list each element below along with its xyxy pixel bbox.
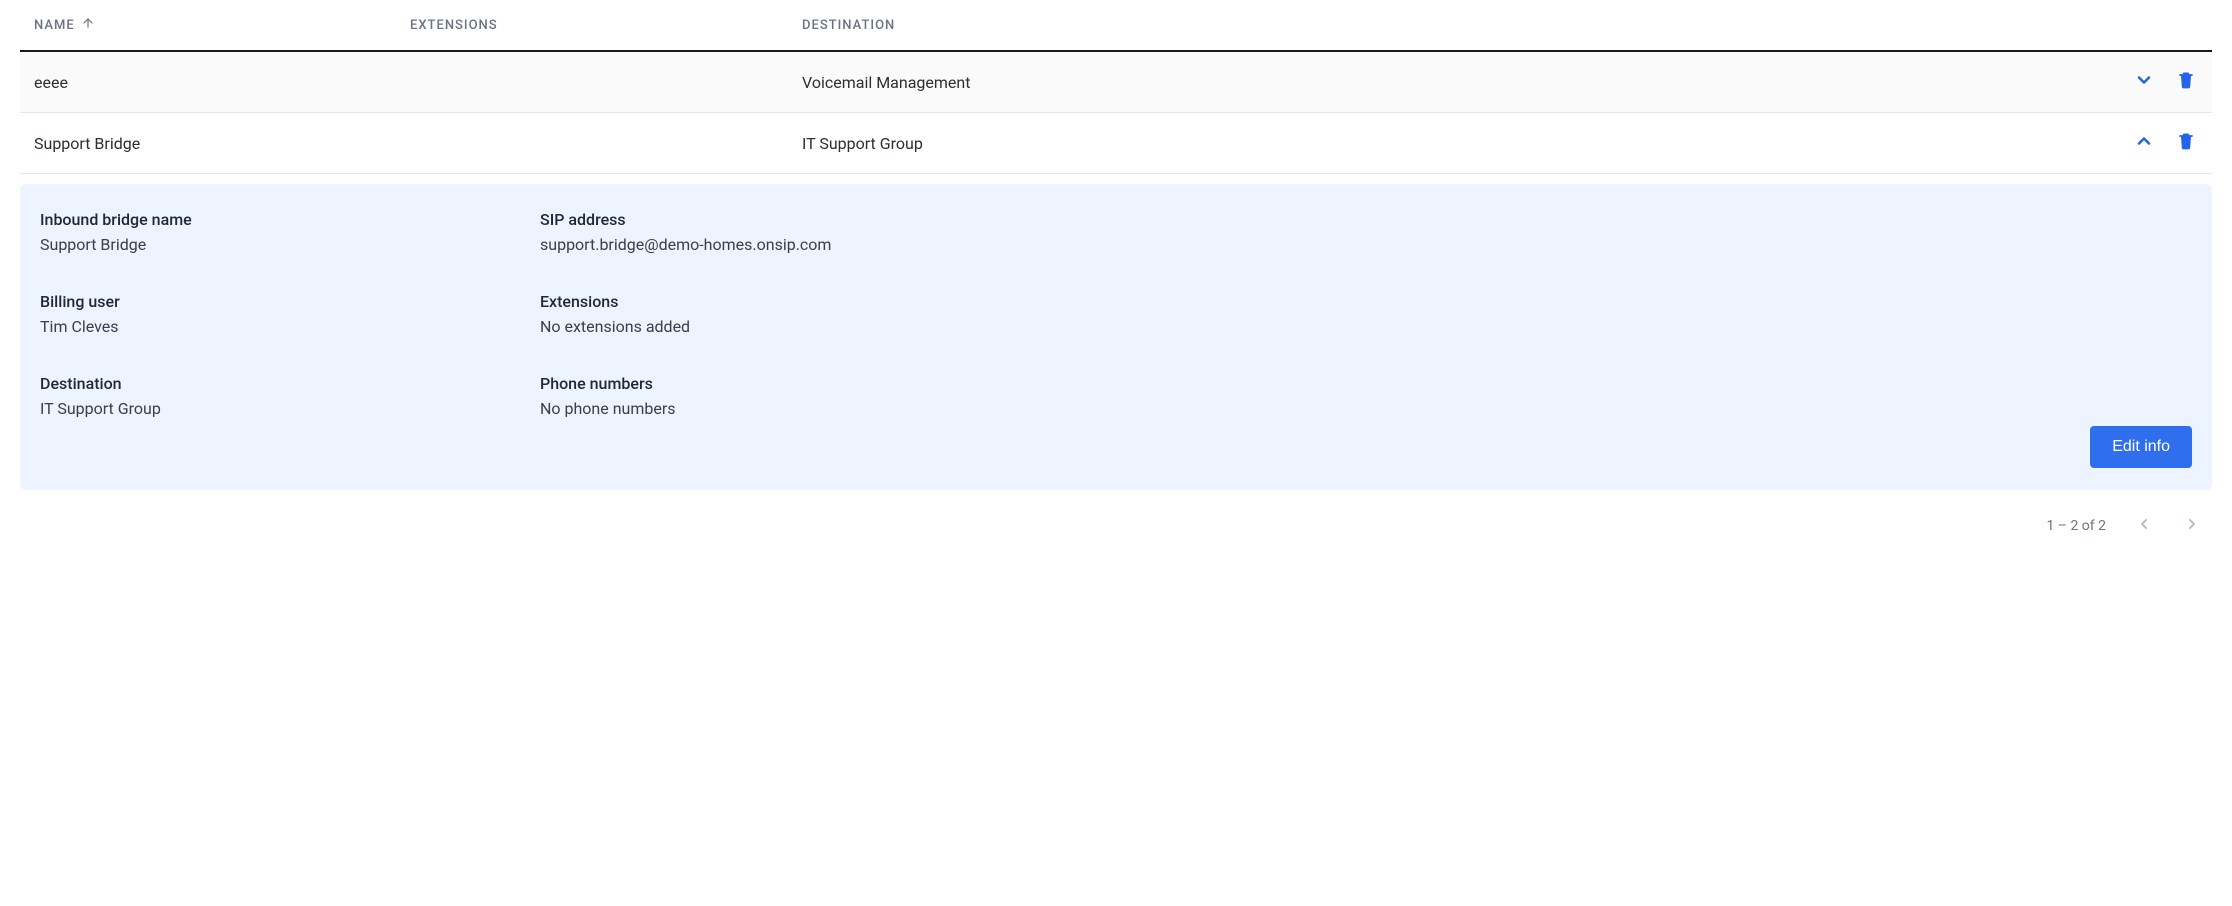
- delete-button[interactable]: [2174, 70, 2198, 94]
- detail-label: Billing user: [40, 292, 540, 311]
- table-row[interactable]: Support Bridge IT Support Group: [20, 113, 2212, 174]
- arrow-up-icon: [81, 16, 95, 34]
- detail-label: SIP address: [540, 210, 1040, 229]
- details-panel: Inbound bridge name Support Bridge Billi…: [20, 184, 2212, 490]
- table-row[interactable]: eeee Voicemail Management: [20, 52, 2212, 113]
- detail-sip-address: SIP address support.bridge@demo-homes.on…: [540, 210, 1040, 254]
- trash-icon: [2176, 70, 2196, 94]
- expand-toggle[interactable]: [2132, 131, 2156, 155]
- detail-value: IT Support Group: [40, 399, 540, 418]
- detail-extensions: Extensions No extensions added: [540, 292, 1040, 336]
- chevron-left-icon: [2136, 516, 2152, 536]
- cell-destination: Voicemail Management: [802, 73, 2118, 92]
- col-header-name-label: NAME: [34, 18, 75, 33]
- edit-info-button[interactable]: Edit info: [2090, 426, 2192, 468]
- detail-label: Extensions: [540, 292, 1040, 311]
- pagination: 1 – 2 of 2: [20, 490, 2212, 546]
- chevron-up-icon: [2134, 131, 2154, 155]
- pagination-prev[interactable]: [2134, 516, 2154, 536]
- trash-icon: [2176, 131, 2196, 155]
- col-header-name[interactable]: NAME: [34, 16, 410, 34]
- cell-name: Support Bridge: [34, 134, 410, 153]
- pagination-range: 1 – 2 of 2: [2046, 518, 2106, 534]
- chevron-down-icon: [2134, 70, 2154, 94]
- pagination-next[interactable]: [2182, 516, 2202, 536]
- detail-label: Destination: [40, 374, 540, 393]
- col-header-extensions-label: EXTENSIONS: [410, 18, 498, 33]
- detail-label: Phone numbers: [540, 374, 1040, 393]
- detail-inbound-bridge-name: Inbound bridge name Support Bridge: [40, 210, 540, 254]
- col-header-extensions[interactable]: EXTENSIONS: [410, 18, 802, 33]
- delete-button[interactable]: [2174, 131, 2198, 155]
- cell-destination: IT Support Group: [802, 134, 2118, 153]
- detail-value: Tim Cleves: [40, 317, 540, 336]
- detail-value: No extensions added: [540, 317, 1040, 336]
- cell-name: eeee: [34, 73, 410, 92]
- detail-value: No phone numbers: [540, 399, 1040, 418]
- col-header-destination-label: DESTINATION: [802, 18, 895, 33]
- detail-value: Support Bridge: [40, 235, 540, 254]
- detail-label: Inbound bridge name: [40, 210, 540, 229]
- table-header: NAME EXTENSIONS DESTINATION: [20, 0, 2212, 52]
- expand-toggle[interactable]: [2132, 70, 2156, 94]
- detail-destination: Destination IT Support Group: [40, 374, 540, 418]
- chevron-right-icon: [2184, 516, 2200, 536]
- detail-phone-numbers: Phone numbers No phone numbers: [540, 374, 1040, 418]
- detail-billing-user: Billing user Tim Cleves: [40, 292, 540, 336]
- detail-value: support.bridge@demo-homes.onsip.com: [540, 235, 1040, 254]
- col-header-destination[interactable]: DESTINATION: [802, 18, 2118, 33]
